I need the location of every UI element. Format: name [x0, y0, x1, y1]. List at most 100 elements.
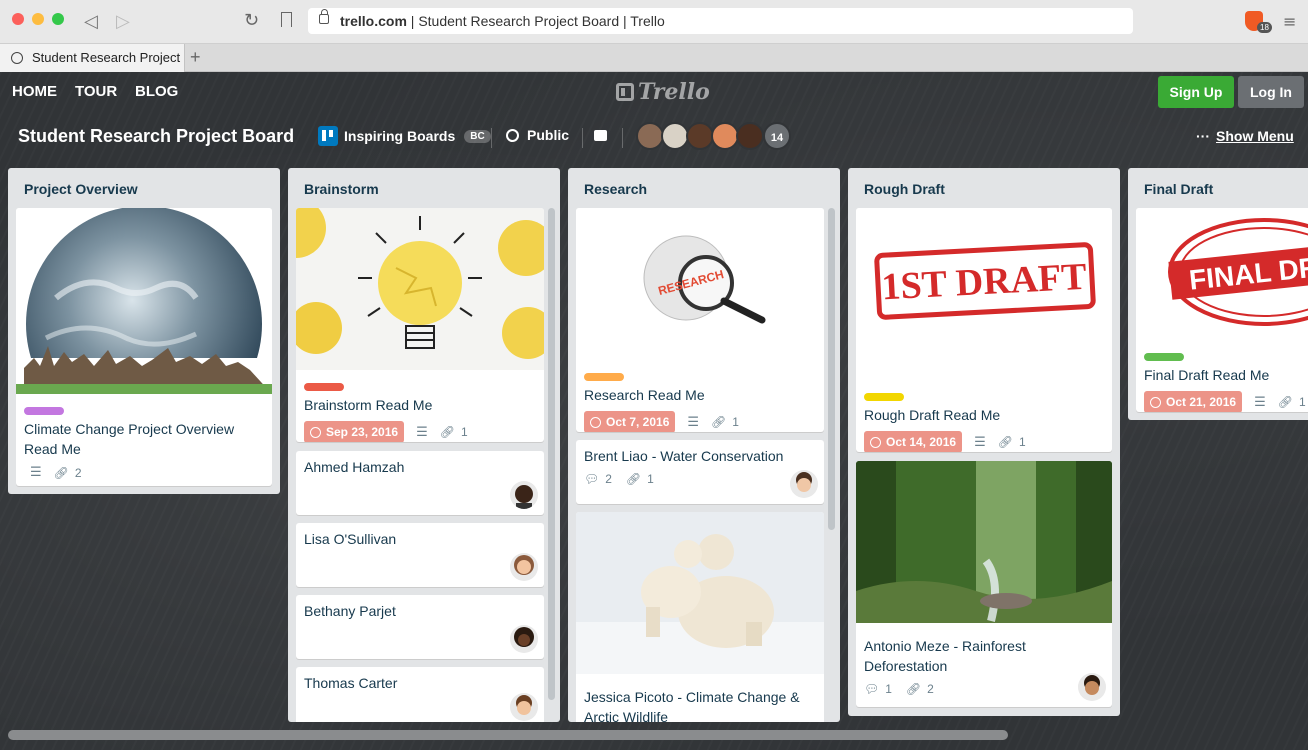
avatar[interactable] [510, 693, 538, 721]
attachment-count: 1 [647, 472, 654, 486]
member-avatar[interactable] [711, 122, 739, 150]
avatar[interactable] [510, 553, 538, 581]
window-controls [12, 13, 64, 25]
team-button[interactable]: Inspiring Boards BC [318, 126, 491, 146]
card-thomas[interactable]: Thomas Carter [296, 667, 544, 722]
card-jessica[interactable]: Jessica Picoto - Climate Change & Arctic… [576, 512, 824, 722]
bookmark-icon[interactable] [281, 12, 292, 27]
list-title[interactable]: Final Draft [1128, 168, 1308, 207]
attachment-count: 1 [1298, 395, 1306, 409]
more-dots-icon: ··· [1196, 128, 1210, 144]
description-icon: ☰ [30, 465, 42, 480]
card-badges: Oct 7, 2016 ☰ 🔗︎ 1 [576, 405, 824, 432]
list-title[interactable]: Project Overview [8, 168, 280, 207]
back-icon[interactable]: ◁ [84, 11, 98, 32]
team-badge: BC [464, 129, 491, 143]
card-title: Climate Change Project Overview Read Me [24, 421, 235, 457]
card-brainstorm-readme[interactable]: Brainstorm Read Me Sep 23, 2016 ☰ 🔗︎ 1 [296, 208, 544, 442]
new-tab-icon[interactable]: + [190, 47, 201, 68]
member-avatar[interactable] [686, 122, 714, 150]
avatar[interactable] [1078, 673, 1106, 701]
show-menu-button[interactable]: ··· Show Menu [1196, 128, 1294, 144]
divider [491, 128, 492, 148]
url-domain: trello.com [340, 13, 407, 29]
close-window-button[interactable] [12, 13, 24, 25]
card-research-readme[interactable]: RESEARCH Research Read Me Oct 7, 2016 ☰ … [576, 208, 824, 432]
archive-icon[interactable] [594, 130, 607, 141]
card-badges: 💬︎ 1 🔗︎ 2 [856, 676, 1112, 702]
due-date: Oct 14, 2016 [886, 435, 957, 449]
board-horizontal-scrollbar[interactable] [8, 730, 1008, 740]
list-research: Research RESEARCH Research Read Me Oct 7… [568, 168, 840, 722]
card-title: Antonio Meze - Rainforest Deforestation [864, 638, 1026, 674]
attachment-icon: 🔗︎ [905, 682, 922, 696]
tab-title: Student Research Project [32, 50, 181, 65]
forward-icon[interactable]: ▷ [116, 11, 130, 32]
avatar[interactable] [790, 470, 818, 498]
minimize-window-button[interactable] [32, 13, 44, 25]
member-avatar[interactable] [661, 122, 689, 150]
card-final-readme[interactable]: FINAL DRA Final Draft Read Me Oct 21, 20… [1136, 208, 1308, 412]
attachment-count: 1 [732, 415, 739, 429]
first-draft-stamp-image: 1ST DRAFT [856, 208, 1112, 380]
avatar[interactable] [510, 481, 538, 509]
card-antonio[interactable]: Antonio Meze - Rainforest Deforestation … [856, 461, 1112, 707]
list-scrollbar[interactable] [828, 208, 835, 530]
list-rough-draft: Rough Draft 1ST DRAFT Rough Draft Read M… [848, 168, 1120, 716]
card-lisa[interactable]: Lisa O'Sullivan [296, 523, 544, 587]
show-menu-label: Show Menu [1216, 128, 1294, 144]
card-badges: Oct 21, 2016 ☰ 🔗︎ 1 [1136, 385, 1308, 412]
avatar[interactable] [510, 625, 538, 653]
description-icon: ☰ [1254, 394, 1266, 410]
list-scrollbar[interactable] [548, 208, 555, 700]
attachment-icon: 🔗︎ [1277, 395, 1293, 409]
clock-icon [590, 416, 601, 428]
card-label-yellow [864, 393, 904, 401]
card-ahmed[interactable]: Ahmed Hamzah [296, 451, 544, 515]
clock-icon [1150, 396, 1161, 408]
maximize-window-button[interactable] [52, 13, 64, 25]
list-title[interactable]: Research [568, 168, 840, 207]
comment-count: 2 [605, 472, 612, 486]
log-in-button[interactable]: Log In [1238, 76, 1304, 108]
card-label-green [1144, 353, 1184, 361]
rainforest-image [856, 461, 1112, 623]
due-date-badge[interactable]: Sep 23, 2016 [304, 421, 405, 442]
address-bar[interactable]: trello.com | Student Research Project Bo… [308, 8, 1133, 34]
card-bethany[interactable]: Bethany Parjet [296, 595, 544, 659]
member-avatar[interactable] [636, 122, 664, 150]
card-title: Final Draft Read Me [1144, 367, 1270, 383]
due-date-badge[interactable]: Oct 21, 2016 [1144, 391, 1243, 412]
card-title: Bethany Parjet [304, 603, 396, 619]
description-icon: ☰ [974, 434, 986, 450]
lock-icon [319, 9, 329, 24]
description-icon: ☰ [416, 424, 428, 440]
nav-tour-link[interactable]: TOUR [75, 83, 117, 100]
due-date-badge[interactable]: Oct 7, 2016 [584, 411, 676, 432]
trello-logo[interactable]: Trello [616, 79, 710, 105]
card-brent[interactable]: Brent Liao - Water Conservation 💬︎ 2 🔗︎ … [576, 440, 824, 504]
visibility-button[interactable]: Public [506, 127, 569, 143]
card-rough-readme[interactable]: 1ST DRAFT Rough Draft Read Me Oct 14, 20… [856, 208, 1112, 452]
list-brainstorm: Brainstorm Brainstorm Read Me Sep 23, 20… [288, 168, 560, 722]
card-overview[interactable]: Climate Change Project Overview Read Me … [16, 208, 272, 486]
nav-blog-link[interactable]: BLOG [135, 83, 178, 100]
attachment-count: 2 [927, 682, 934, 696]
lightbulb-image [296, 208, 544, 370]
nav-home-link[interactable]: HOME [12, 83, 57, 100]
browser-tab[interactable]: Student Research Project [0, 44, 185, 72]
sign-up-button[interactable]: Sign Up [1158, 76, 1234, 108]
board-title[interactable]: Student Research Project Board [18, 126, 294, 147]
polar-bears-image [576, 512, 824, 674]
member-avatar[interactable] [736, 122, 764, 150]
comment-count: 1 [885, 682, 892, 696]
list-title[interactable]: Brainstorm [288, 168, 560, 207]
browser-menu-icon[interactable]: ≡ [1283, 12, 1296, 31]
card-title: Ahmed Hamzah [304, 459, 405, 475]
attachment-icon: 🔗︎ [53, 465, 69, 480]
due-date-badge[interactable]: Oct 14, 2016 [864, 431, 963, 452]
member-count-badge[interactable]: 14 [763, 122, 791, 150]
reload-icon[interactable]: ↻ [244, 10, 259, 31]
attachment-icon: 🔗︎ [625, 472, 642, 486]
list-title[interactable]: Rough Draft [848, 168, 1120, 207]
